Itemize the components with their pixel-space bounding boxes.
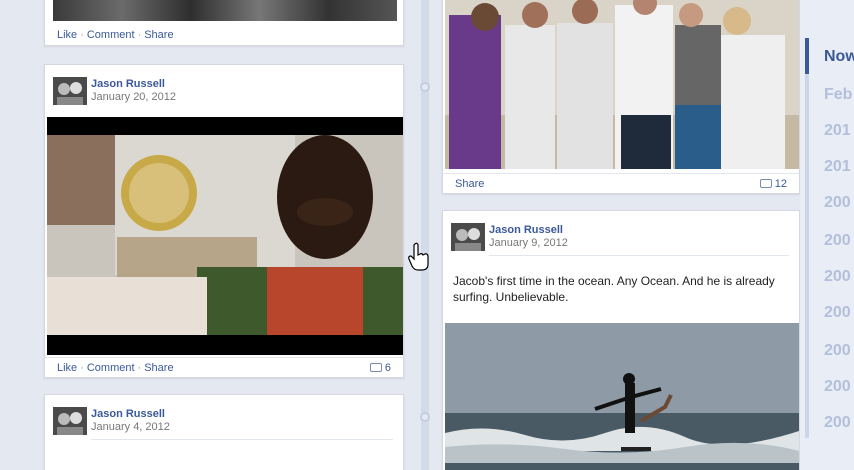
author-name[interactable]: Jason Russell	[91, 408, 165, 420]
timeline-nav-item[interactable]: 200	[824, 378, 851, 396]
comment-count[interactable]: 6	[369, 358, 391, 378]
timeline-nav-item[interactable]: 200	[824, 268, 851, 286]
author-name[interactable]: Jason Russell	[91, 78, 165, 90]
post-date[interactable]: January 4, 2012	[91, 421, 170, 433]
post-actions: Like · Comment · Share 6	[45, 357, 403, 377]
comment-link[interactable]: Comment	[87, 362, 135, 374]
divider	[489, 255, 789, 256]
timeline-nav-item[interactable]: 200	[824, 414, 851, 432]
hand-pointer-icon	[408, 242, 430, 272]
photo-post-card: Like · Comment · Share	[44, 0, 404, 46]
avatar[interactable]	[451, 223, 485, 251]
text-post-card: Jason Russell January 4, 2012	[44, 394, 404, 470]
timeline-spine	[421, 0, 429, 470]
post-header: Jason Russell January 4, 2012	[45, 395, 403, 439]
post-date[interactable]: January 9, 2012	[489, 237, 568, 249]
timeline-nav-track	[805, 38, 809, 438]
post-photo[interactable]	[445, 323, 799, 470]
photo-post-card: Share 12	[442, 0, 800, 194]
author-name[interactable]: Jason Russell	[489, 224, 563, 236]
timeline-nav-item[interactable]: 200	[824, 342, 851, 360]
timeline-nav: Now Feb 201 201 200 200 200 200 200 200 …	[800, 0, 854, 470]
timeline-nav-item[interactable]: 201	[824, 158, 851, 176]
like-link[interactable]: Like	[57, 29, 77, 41]
post-date[interactable]: January 20, 2012	[91, 91, 176, 103]
timeline-nav-item[interactable]: 200	[824, 304, 851, 322]
post-actions: Share 12	[443, 173, 799, 193]
timeline-nav-item-now[interactable]: Now	[824, 48, 854, 66]
like-link[interactable]: Like	[57, 362, 77, 374]
post-photo[interactable]	[53, 0, 397, 21]
timeline-nav-indicator	[805, 38, 809, 74]
post-photo[interactable]	[445, 0, 799, 169]
timeline-marker	[420, 82, 430, 92]
timeline-nav-item[interactable]: Feb	[824, 86, 852, 104]
share-link[interactable]: Share	[144, 29, 173, 41]
comment-bubble-icon	[369, 362, 382, 372]
share-link[interactable]: Share	[144, 362, 173, 374]
share-link[interactable]: Share	[455, 178, 484, 190]
photo-post-card: Jason Russell January 9, 2012 Jacob's fi…	[442, 210, 800, 470]
post-actions: Like · Comment · Share	[57, 29, 174, 41]
timeline-marker	[420, 412, 430, 422]
comment-link[interactable]: Comment	[87, 29, 135, 41]
post-header: Jason Russell January 20, 2012	[45, 65, 403, 109]
avatar[interactable]	[53, 77, 87, 105]
video-post-card: Jason Russell January 20, 2012 Like · Comm…	[44, 64, 404, 378]
post-text: Jacob's first time in the ocean. Any Oce…	[453, 274, 775, 304]
timeline-nav-item[interactable]: 201	[824, 122, 851, 140]
comment-bubble-icon	[759, 178, 772, 188]
video-player[interactable]	[47, 117, 403, 355]
timeline-nav-item[interactable]: 200	[824, 232, 851, 250]
timeline-nav-item[interactable]: 200	[824, 194, 851, 212]
comment-count[interactable]: 12	[759, 174, 787, 194]
divider	[91, 439, 393, 440]
post-header: Jason Russell January 9, 2012	[443, 211, 799, 255]
avatar[interactable]	[53, 407, 87, 435]
